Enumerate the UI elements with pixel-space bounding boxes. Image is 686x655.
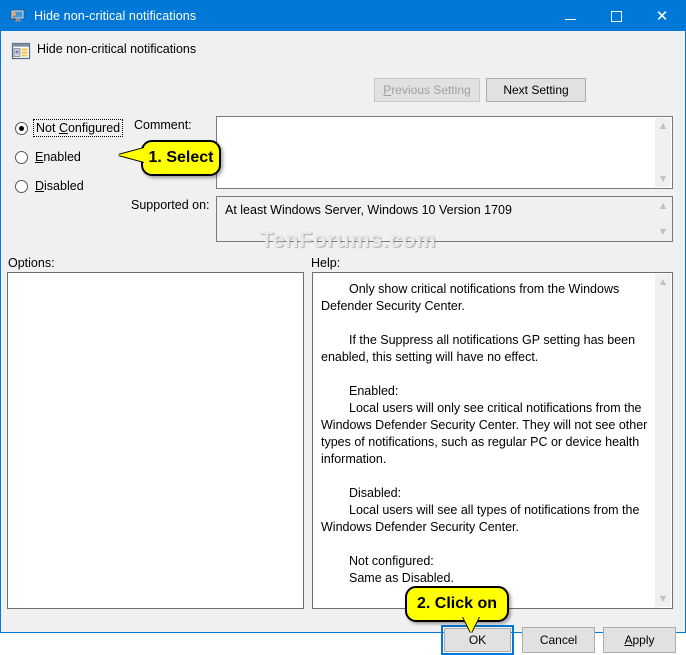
- chevron-down-icon[interactable]: ▼: [655, 224, 671, 240]
- radio-enabled[interactable]: Enabled: [15, 150, 81, 164]
- radio-enabled-label: Enabled: [35, 150, 81, 164]
- callout-2-tail: [463, 617, 479, 633]
- radio-not-configured[interactable]: Not Configured: [15, 119, 124, 137]
- radio-disabled[interactable]: Disabled: [15, 179, 84, 193]
- callout-click-on: 2. Click on: [405, 586, 509, 622]
- cancel-button-label: Cancel: [539, 633, 578, 647]
- close-icon: ✕: [655, 6, 669, 25]
- help-panel[interactable]: Only show critical notifications from th…: [312, 272, 673, 609]
- callout-1-tail: [118, 148, 144, 162]
- radio-disabled-label: Disabled: [35, 179, 84, 193]
- radio-not-configured-label: Not Configured: [32, 119, 124, 137]
- previous-setting-label: Previous Setting: [383, 84, 470, 96]
- group-policy-setting-icon: [11, 41, 31, 61]
- previous-setting-rest: revious Setting: [391, 83, 471, 97]
- policy-setting-icon: [10, 8, 26, 24]
- help-heading-enabled: Enabled:: [349, 384, 399, 398]
- help-paragraph: Local users will see all types of notifi…: [321, 503, 640, 534]
- radio-not-configured-mnemonic: C: [58, 121, 68, 135]
- radio-disabled-mnemonic: D: [35, 179, 45, 193]
- radio-enabled-mnemonic: E: [35, 150, 44, 164]
- help-label: Help:: [311, 256, 341, 270]
- radio-enabled-indicator: [15, 150, 28, 164]
- previous-setting-button[interactable]: Previous Setting: [374, 78, 480, 102]
- callout-select: 1. Select: [141, 140, 221, 176]
- maximize-icon: [610, 10, 622, 22]
- chevron-down-icon[interactable]: ▼: [655, 591, 671, 607]
- help-paragraph: Only show critical notifications from th…: [321, 282, 620, 313]
- chevron-up-icon[interactable]: ▲: [655, 198, 671, 214]
- options-panel[interactable]: [7, 272, 304, 609]
- next-setting-button[interactable]: Next Setting: [486, 78, 586, 102]
- dialog-client-area: Hide non-critical notifications Previous…: [1, 31, 685, 655]
- supported-on-value: At least Windows Server, Windows 10 Vers…: [225, 203, 512, 217]
- window-title: Hide non-critical notifications: [34, 9, 197, 23]
- minimize-button[interactable]: [547, 1, 593, 31]
- comment-scrollbar[interactable]: ▲ ▼: [655, 118, 671, 187]
- setting-name-label: Hide non-critical notifications: [37, 42, 197, 56]
- supported-on-textbox[interactable]: At least Windows Server, Windows 10 Vers…: [216, 196, 673, 242]
- minimize-icon: [564, 19, 576, 20]
- close-button[interactable]: ✕: [639, 1, 685, 31]
- chevron-up-icon[interactable]: ▲: [655, 118, 671, 134]
- apply-button[interactable]: Apply: [603, 627, 676, 653]
- group-policy-setting-window: Hide non-critical notifications ✕ Hide n…: [0, 0, 686, 655]
- help-paragraph: Local users will only see critical notif…: [321, 401, 648, 466]
- maximize-button[interactable]: [593, 1, 639, 31]
- next-setting-label: Next Setting: [503, 83, 569, 97]
- options-label: Options:: [8, 256, 55, 270]
- caption-buttons: ✕: [547, 1, 685, 31]
- apply-button-mnemonic: A: [624, 633, 633, 647]
- help-paragraph: Same as Disabled.: [349, 571, 454, 585]
- chevron-up-icon[interactable]: ▲: [655, 274, 671, 290]
- chevron-down-icon[interactable]: ▼: [655, 171, 671, 187]
- help-text: Only show critical notifications from th…: [321, 281, 648, 587]
- help-paragraph: If the Suppress all notifications GP set…: [321, 333, 636, 364]
- title-bar: Hide non-critical notifications ✕: [1, 1, 685, 31]
- help-heading-not-configured: Not configured:: [349, 554, 434, 568]
- supported-on-scrollbar[interactable]: ▲ ▼: [655, 198, 671, 240]
- cancel-button[interactable]: Cancel: [522, 627, 595, 653]
- apply-button-label: Apply: [624, 633, 655, 647]
- ok-button-label: OK: [468, 633, 487, 647]
- setting-header: Hide non-critical notifications: [1, 31, 685, 71]
- radio-disabled-indicator: [15, 179, 28, 193]
- help-heading-disabled: Disabled:: [349, 486, 402, 500]
- supported-on-label: Supported on:: [131, 198, 210, 212]
- comment-textarea[interactable]: ▲ ▼: [216, 116, 673, 189]
- help-scrollbar[interactable]: ▲ ▼: [655, 274, 671, 607]
- comment-label: Comment:: [134, 118, 192, 132]
- radio-not-configured-indicator: [15, 121, 28, 135]
